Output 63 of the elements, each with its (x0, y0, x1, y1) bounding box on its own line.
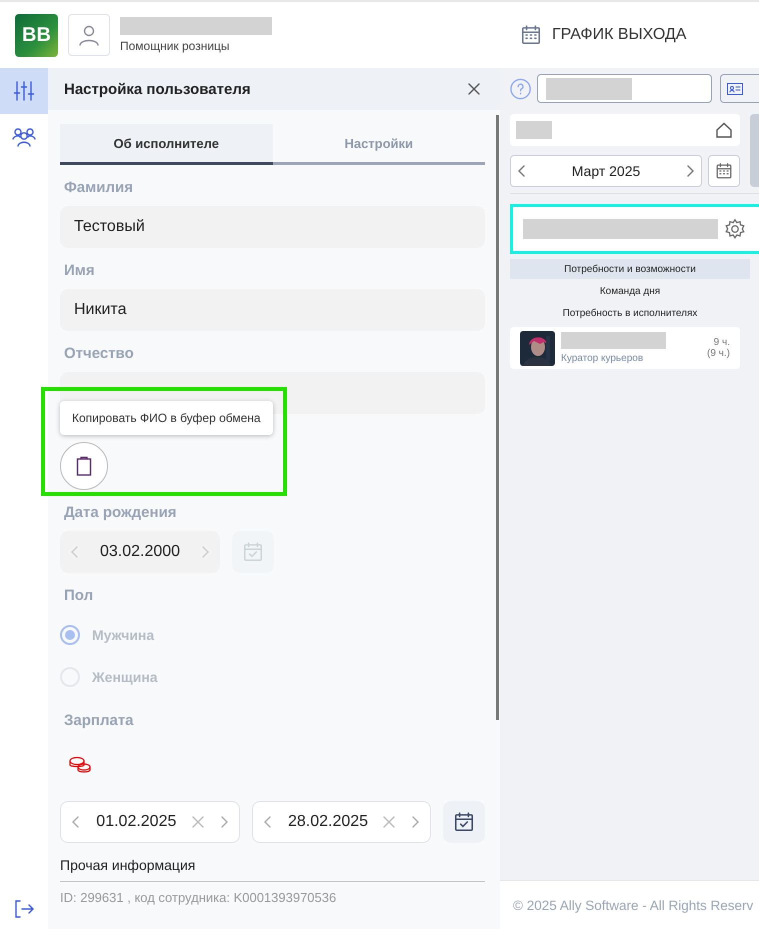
id-card-icon (727, 82, 744, 94)
copy-button[interactable] (60, 442, 108, 490)
clear-icon (192, 816, 204, 828)
clipboard-icon (76, 456, 92, 476)
section-row[interactable]: Команда дня (510, 281, 750, 301)
radio-label: Мужчина (92, 627, 154, 643)
field-label: Имя (64, 262, 96, 279)
month-picker[interactable]: Март 2025 (510, 155, 702, 187)
logout-icon (14, 900, 34, 918)
user-icon (78, 24, 100, 46)
text-field[interactable]: Никита (60, 289, 485, 331)
date-field[interactable]: 28.02.2025 (252, 801, 431, 843)
settings-icon (724, 218, 746, 240)
chevron-left-icon (263, 815, 273, 829)
chevron-right-icon (200, 545, 210, 559)
chevron-right-icon (218, 815, 229, 829)
field-label: Дата рождения (64, 504, 178, 521)
profile-button[interactable] (720, 74, 759, 103)
rail-button[interactable] (0, 68, 48, 114)
user-role: Помощник розницы (120, 39, 231, 53)
section-title: Прочая информация (60, 857, 485, 882)
chevron-left-icon (70, 545, 80, 559)
calendar-icon (520, 24, 542, 46)
person-role: Куратор курьеров (561, 353, 644, 364)
calendar-icon (453, 811, 475, 833)
person-card[interactable]: Куратор курьеров 9 ч. (9 ч.) (510, 327, 740, 369)
calendar-button[interactable] (443, 801, 485, 843)
close-icon (468, 83, 480, 95)
chevron-right-icon (410, 815, 420, 829)
section-row[interactable]: Потребности и возможности (510, 259, 750, 279)
chevron-right-icon (685, 164, 695, 178)
home-icon (716, 122, 732, 138)
field-label: Отчество (64, 345, 135, 362)
field-label: Пол (64, 587, 94, 604)
hours: 9 ч. (714, 337, 730, 348)
search-field[interactable] (537, 74, 712, 103)
radio-label: Женщина (92, 669, 158, 685)
date-field[interactable]: 01.02.2025 (60, 801, 240, 843)
section-row[interactable]: Потребность в исполнителях (510, 303, 750, 323)
panel-title: Настройка пользователя (64, 80, 251, 98)
field-label: Зарплата (64, 712, 135, 729)
users-icon (12, 127, 36, 147)
app-logo[interactable]: BB (15, 14, 58, 56)
clear-icon (383, 816, 396, 828)
tooltip: Копировать ФИО в буфер обмена (60, 401, 273, 435)
user-avatar[interactable] (68, 14, 110, 56)
employee-id: ID: 299631 , код сотрудника: K0001393970536 (60, 890, 338, 905)
chevron-left-icon (71, 815, 81, 829)
sliders-icon (12, 79, 36, 103)
hours-total: (9 ч.) (707, 348, 730, 359)
help-icon (510, 78, 532, 100)
redacted-text (516, 121, 552, 139)
calendar-icon (715, 162, 733, 180)
copyright: © 2025 Ally Software - All Rights Reserv (513, 898, 754, 912)
chevron-left-icon (517, 164, 527, 178)
field-label: Фамилия (64, 179, 134, 196)
calendar-button[interactable] (708, 155, 740, 187)
coins-icon (68, 756, 92, 774)
close-button[interactable] (468, 83, 480, 95)
text-field[interactable]: Тестовый (60, 206, 485, 248)
page-title: ГРАФИК ВЫХОДА (552, 26, 686, 44)
tab[interactable]: Об исполнителе (60, 124, 272, 165)
calendar-icon (242, 541, 264, 563)
